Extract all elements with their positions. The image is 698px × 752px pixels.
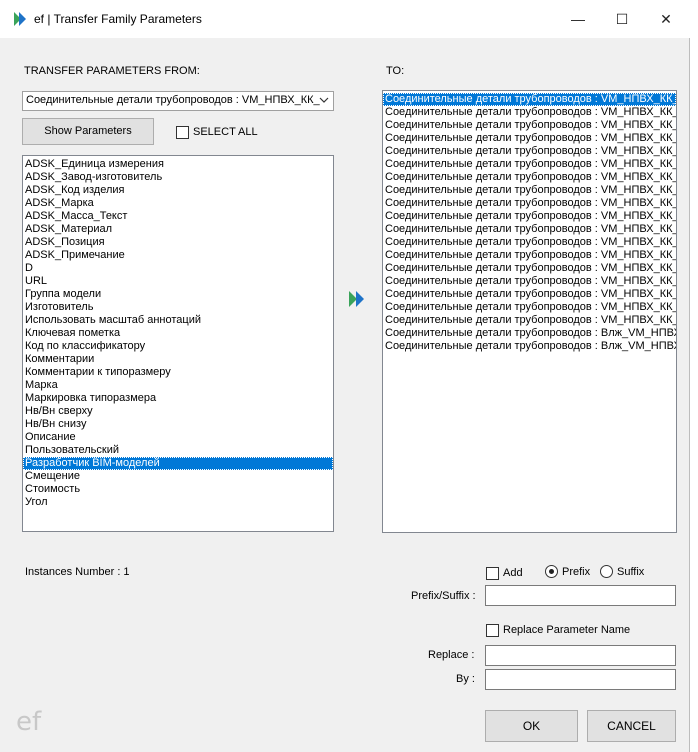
suffix-label: Suffix <box>617 566 645 578</box>
parameter-list-item[interactable]: Нв/Вн снизу <box>23 418 333 431</box>
target-list-item[interactable]: Соединительные детали трубопроводов : VM… <box>383 314 676 327</box>
parameter-list-item[interactable]: Описание <box>23 431 333 444</box>
chevron-down-icon <box>319 97 329 103</box>
transfer-arrow-icon <box>349 291 364 307</box>
target-list-item[interactable]: Соединительные детали трубопроводов : VM… <box>383 171 676 184</box>
parameter-list-item[interactable]: Комментарии <box>23 353 333 366</box>
parameter-list-item[interactable]: ADSK_Код изделия <box>23 184 333 197</box>
parameter-list-item[interactable]: Изготовитель <box>23 301 333 314</box>
prefix-suffix-input[interactable] <box>485 585 676 606</box>
transfer-parameters-window: ef | Transfer Family Parameters — ☐ ✕ TR… <box>0 0 690 752</box>
desktop-background <box>690 0 698 752</box>
prefix-suffix-label: Prefix/Suffix : <box>411 590 476 602</box>
target-list-item[interactable]: Соединительные детали трубопроводов : VM… <box>383 145 676 158</box>
target-list-item[interactable]: Соединительные детали трубопроводов : VM… <box>383 106 676 119</box>
parameter-list-item[interactable]: ADSK_Примечание <box>23 249 333 262</box>
parameter-list-item[interactable]: ADSK_Завод-изготовитель <box>23 171 333 184</box>
add-label: Add <box>503 567 523 579</box>
parameter-list-item[interactable]: Маркировка типоразмера <box>23 392 333 405</box>
show-parameters-button[interactable]: Show Parameters <box>22 118 154 145</box>
parameter-list-item[interactable]: Пользовательский <box>23 444 333 457</box>
ok-button[interactable]: OK <box>485 710 578 742</box>
parameter-list-item[interactable]: URL <box>23 275 333 288</box>
parameter-list-item[interactable]: ADSK_Единица измерения <box>23 158 333 171</box>
target-list-item[interactable]: Соединительные детали трубопроводов : VM… <box>383 262 676 275</box>
minimize-button[interactable]: — <box>560 6 596 32</box>
replace-parameter-name-checkbox[interactable] <box>486 624 499 637</box>
parameter-list-item[interactable]: Ключевая пометка <box>23 327 333 340</box>
target-list-item[interactable]: Соединительные детали трубопроводов : VM… <box>383 236 676 249</box>
target-list-item[interactable]: Соединительные детали трубопроводов : VM… <box>383 223 676 236</box>
target-list-item[interactable]: Соединительные детали трубопроводов : Вл… <box>383 327 676 340</box>
target-list-item[interactable]: Соединительные детали трубопроводов : VM… <box>383 197 676 210</box>
by-label: By : <box>456 673 475 685</box>
parameter-list-item[interactable]: Нв/Вн сверху <box>23 405 333 418</box>
parameter-list-item[interactable]: ADSK_Материал <box>23 223 333 236</box>
window-title: ef | Transfer Family Parameters <box>34 12 202 26</box>
target-list-item[interactable]: Соединительные детали трубопроводов : VM… <box>383 288 676 301</box>
parameter-list-item[interactable]: ADSK_Марка <box>23 197 333 210</box>
parameter-list-item[interactable]: Угол <box>23 496 333 509</box>
replace-input[interactable] <box>485 645 676 666</box>
replace-parameter-name-label: Replace Parameter Name <box>503 624 631 636</box>
parameter-list-item[interactable]: ADSK_Позиция <box>23 236 333 249</box>
parameter-list-item[interactable]: ADSK_Масса_Текст <box>23 210 333 223</box>
select-all-checkbox[interactable] <box>176 126 189 139</box>
select-all-label: SELECT ALL <box>193 126 258 138</box>
transfer-from-label: TRANSFER PARAMETERS FROM: <box>24 65 200 77</box>
parameters-listbox[interactable]: ADSK_Единица измерения ADSK_Завод-изготов… <box>22 155 334 532</box>
replace-label: Replace : <box>428 649 475 661</box>
suffix-radio[interactable] <box>600 565 613 578</box>
prefix-label: Prefix <box>562 566 591 578</box>
parameter-list-item[interactable]: Использовать масштаб аннотаций <box>23 314 333 327</box>
target-list-item[interactable]: Соединительные детали трубопроводов : VM… <box>383 93 676 106</box>
title-bar[interactable]: ef | Transfer Family Parameters — ☐ ✕ <box>0 0 690 38</box>
target-list-item[interactable]: Соединительные детали трубопроводов : VM… <box>383 275 676 288</box>
close-button[interactable]: ✕ <box>648 6 684 32</box>
parameter-list-item[interactable]: Комментарии к типоразмеру <box>23 366 333 379</box>
parameter-list-item[interactable]: Код по классификатору <box>23 340 333 353</box>
transfer-to-label: TO: <box>386 65 405 77</box>
parameter-list-item[interactable]: Стоимость <box>23 483 333 496</box>
parameter-list-item[interactable]: Марка <box>23 379 333 392</box>
app-logo-icon <box>14 12 26 26</box>
target-list-item[interactable]: Соединительные детали трубопроводов : VM… <box>383 301 676 314</box>
target-list-item[interactable]: Соединительные детали трубопроводов : VM… <box>383 119 676 132</box>
parameter-list-item[interactable]: D <box>23 262 333 275</box>
ef-logo: ef <box>16 707 42 737</box>
target-list-item[interactable]: Соединительные детали трубопроводов : VM… <box>383 158 676 171</box>
by-input[interactable] <box>485 669 676 690</box>
parameter-list-item[interactable]: Разработчик BIM-моделей <box>23 457 333 470</box>
target-list-item[interactable]: Соединительные детали трубопроводов : VM… <box>383 132 676 145</box>
parameter-list-item[interactable]: Смещение <box>23 470 333 483</box>
cancel-button[interactable]: CANCEL <box>587 710 676 742</box>
parameter-list-item[interactable]: Группа модели <box>23 288 333 301</box>
target-families-listbox[interactable]: Соединительные детали трубопроводов : VM… <box>382 90 677 533</box>
target-list-item[interactable]: Соединительные детали трубопроводов : VM… <box>383 184 676 197</box>
target-list-item[interactable]: Соединительные детали трубопроводов : VM… <box>383 249 676 262</box>
maximize-button[interactable]: ☐ <box>604 6 640 32</box>
target-list-item[interactable]: Соединительные детали трубопроводов : VM… <box>383 210 676 223</box>
prefix-radio[interactable] <box>545 565 558 578</box>
target-list-item[interactable]: Соединительные детали трубопроводов : Вл… <box>383 340 676 353</box>
add-checkbox[interactable] <box>486 567 499 580</box>
instances-number-label: Instances Number : 1 <box>25 566 130 578</box>
source-family-dropdown[interactable]: Соединительные детали трубопроводов : VM… <box>22 91 334 111</box>
source-family-selected: Соединительные детали трубопроводов : VM… <box>26 94 320 106</box>
